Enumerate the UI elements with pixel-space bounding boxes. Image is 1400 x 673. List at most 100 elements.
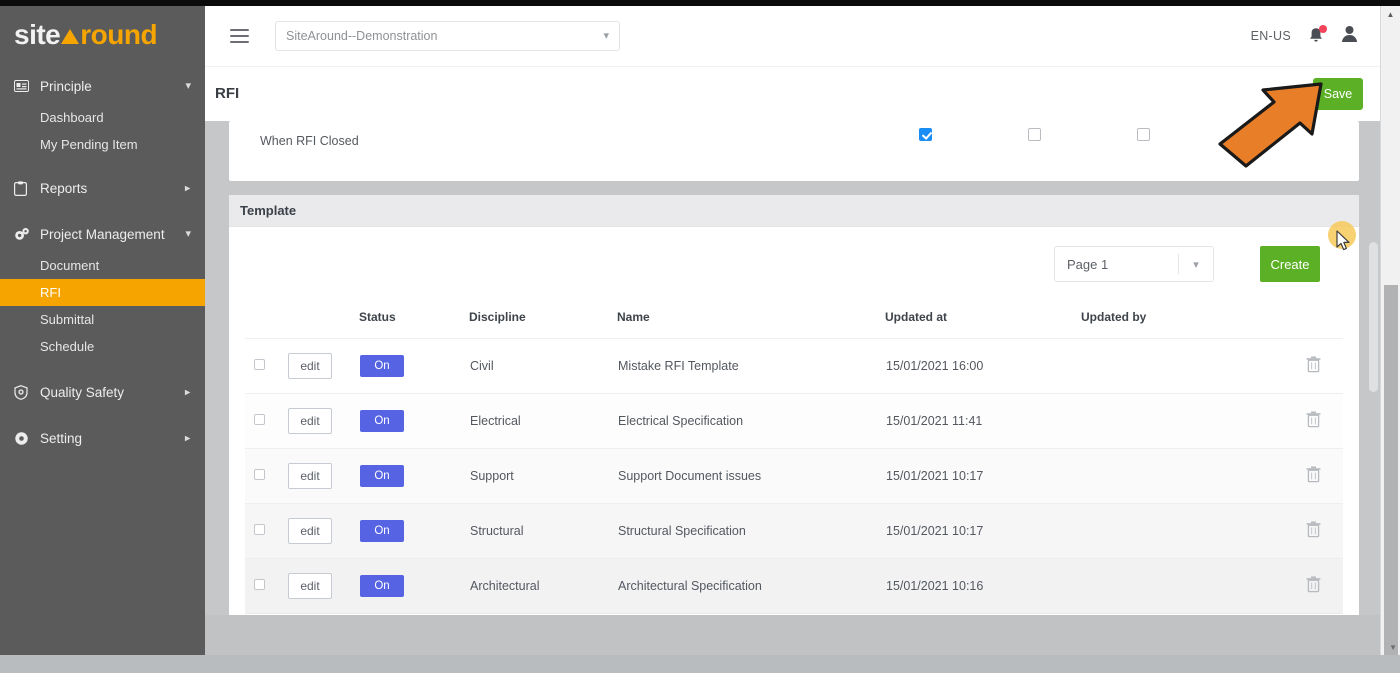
create-button[interactable]: Create — [1260, 246, 1320, 282]
sidebar-item-schedule[interactable]: Schedule — [0, 333, 205, 360]
sidebar-item-label: Quality Safety — [36, 385, 185, 400]
chevron-down-icon: ▾ — [185, 81, 191, 92]
save-button[interactable]: Save — [1313, 78, 1363, 110]
column-header-delete — [1241, 301, 1343, 339]
edit-button[interactable]: edit — [288, 408, 332, 434]
status-badge[interactable]: On — [360, 355, 404, 377]
inner-scrollbar-thumb[interactable] — [1369, 242, 1378, 392]
column-header-discipline: Discipline — [469, 301, 617, 339]
template-table: Status Discipline Name Updated at Update… — [245, 301, 1343, 614]
language-selector[interactable]: EN-US — [1251, 29, 1291, 43]
sidebar-item-reports[interactable]: Reports ▾ — [0, 170, 205, 206]
sidebar-item-label: Project Management — [36, 227, 185, 242]
row-updated-at: 15/01/2021 10:17 — [885, 449, 1081, 504]
project-selector[interactable]: SiteAround--Demonstration ▾ — [275, 21, 620, 51]
page-title: RFI — [215, 85, 239, 102]
scroll-up-arrow-icon[interactable]: ▲ — [1381, 6, 1400, 23]
trash-icon[interactable] — [1306, 411, 1321, 431]
row-discipline: Structural — [469, 504, 617, 559]
row-select-cell — [245, 339, 287, 394]
row-updated-by — [1081, 394, 1241, 449]
app-logo[interactable]: site round — [0, 6, 205, 64]
row-discipline: Support — [469, 449, 617, 504]
row-updated-at: 15/01/2021 11:41 — [885, 394, 1081, 449]
column-header-select — [245, 301, 287, 339]
sidebar-item-rfi[interactable]: RFI — [0, 279, 205, 306]
status-badge[interactable]: On — [360, 410, 404, 432]
chevron-down-icon: ▾ — [1179, 258, 1213, 271]
browser-scrollbar[interactable]: ▲ ▼ — [1380, 6, 1400, 655]
row-updated-by — [1081, 339, 1241, 394]
chevron-right-icon: ▾ — [183, 389, 194, 395]
sidebar-item-project-management[interactable]: Project Management ▾ — [0, 216, 205, 252]
row-discipline: Architectural — [469, 559, 617, 614]
row-checkbox[interactable] — [254, 359, 265, 370]
sidebar-item-my-pending-item[interactable]: My Pending Item — [0, 131, 205, 158]
hamburger-icon[interactable] — [217, 29, 261, 43]
sidebar-item-principle[interactable]: Principle ▾ — [0, 68, 205, 104]
trash-icon[interactable] — [1306, 576, 1321, 596]
row-checkbox[interactable] — [254, 414, 265, 425]
row-edit-cell: edit — [287, 394, 359, 449]
table-row[interactable]: edit On Electrical Electrical Specificat… — [245, 394, 1343, 449]
notifications-button[interactable] — [1307, 26, 1325, 46]
sidebar-nav: Principle ▾ Dashboard My Pending Item Re… — [0, 68, 205, 456]
row-delete-cell — [1241, 559, 1343, 614]
page-selector-value: Page 1 — [1055, 257, 1178, 272]
status-badge[interactable]: On — [360, 520, 404, 542]
gears-icon — [14, 227, 36, 242]
edit-button[interactable]: edit — [288, 518, 332, 544]
top-header: SiteAround--Demonstration ▾ EN-US — [205, 6, 1380, 66]
sidebar-item-setting[interactable]: Setting ▾ — [0, 420, 205, 456]
row-select-cell — [245, 449, 287, 504]
row-status-cell: On — [359, 504, 469, 559]
sidebar-item-quality-safety[interactable]: Quality Safety ▾ — [0, 374, 205, 410]
gear-icon — [14, 431, 36, 446]
row-updated-by — [1081, 559, 1241, 614]
row-delete-cell — [1241, 504, 1343, 559]
row-checkbox[interactable] — [254, 469, 265, 480]
column-header-updated-at: Updated at — [885, 301, 1081, 339]
table-row[interactable]: edit On Civil Mistake RFI Template 15/01… — [245, 339, 1343, 394]
sidebar-item-document[interactable]: Document — [0, 252, 205, 279]
notification-badge — [1319, 25, 1327, 33]
row-name: Structural Specification — [617, 504, 885, 559]
scrollbar-thumb[interactable] — [1384, 285, 1398, 655]
table-row[interactable]: edit On Architectural Architectural Spec… — [245, 559, 1343, 614]
user-icon — [1341, 25, 1358, 43]
page-selector[interactable]: Page 1 ▾ — [1054, 246, 1214, 282]
row-status-cell: On — [359, 449, 469, 504]
row-status-cell: On — [359, 559, 469, 614]
user-avatar-button[interactable] — [1341, 25, 1358, 48]
row-checkbox[interactable] — [254, 579, 265, 590]
content-footer-band — [205, 615, 1380, 655]
edit-button[interactable]: edit — [288, 463, 332, 489]
sidebar-item-dashboard[interactable]: Dashboard — [0, 104, 205, 131]
project-selector-value: SiteAround--Demonstration — [286, 29, 603, 43]
content-scroll-area: When RFI Closed Template Page 1 ▾ Create — [205, 121, 1380, 655]
status-badge[interactable]: On — [360, 465, 404, 487]
table-row[interactable]: edit On Support Support Document issues … — [245, 449, 1343, 504]
template-panel-body: Page 1 ▾ Create Status Discipline Name — [229, 227, 1359, 614]
shield-icon — [14, 385, 36, 400]
scroll-down-arrow-icon[interactable]: ▼ — [1389, 643, 1397, 652]
when-rfi-closed-checkbox-2[interactable] — [1028, 128, 1041, 141]
row-select-cell — [245, 504, 287, 559]
sidebar-item-label: Setting — [36, 431, 185, 446]
edit-button[interactable]: edit — [288, 353, 332, 379]
when-rfi-closed-checkbox-1[interactable] — [919, 128, 932, 141]
status-badge[interactable]: On — [360, 575, 404, 597]
trash-icon[interactable] — [1306, 356, 1321, 376]
edit-button[interactable]: edit — [288, 573, 332, 599]
trash-icon[interactable] — [1306, 466, 1321, 486]
sidebar-item-submittal[interactable]: Submittal — [0, 306, 205, 333]
table-row[interactable]: edit On Structural Structural Specificat… — [245, 504, 1343, 559]
row-edit-cell: edit — [287, 339, 359, 394]
trash-icon[interactable] — [1306, 521, 1321, 541]
row-discipline: Electrical — [469, 394, 617, 449]
when-rfi-closed-checkbox-3[interactable] — [1137, 128, 1150, 141]
page-title-bar: RFI Save — [205, 66, 1380, 121]
when-rfi-closed-label: When RFI Closed — [260, 134, 359, 148]
row-checkbox[interactable] — [254, 524, 265, 535]
chevron-down-icon: ▾ — [603, 31, 609, 42]
